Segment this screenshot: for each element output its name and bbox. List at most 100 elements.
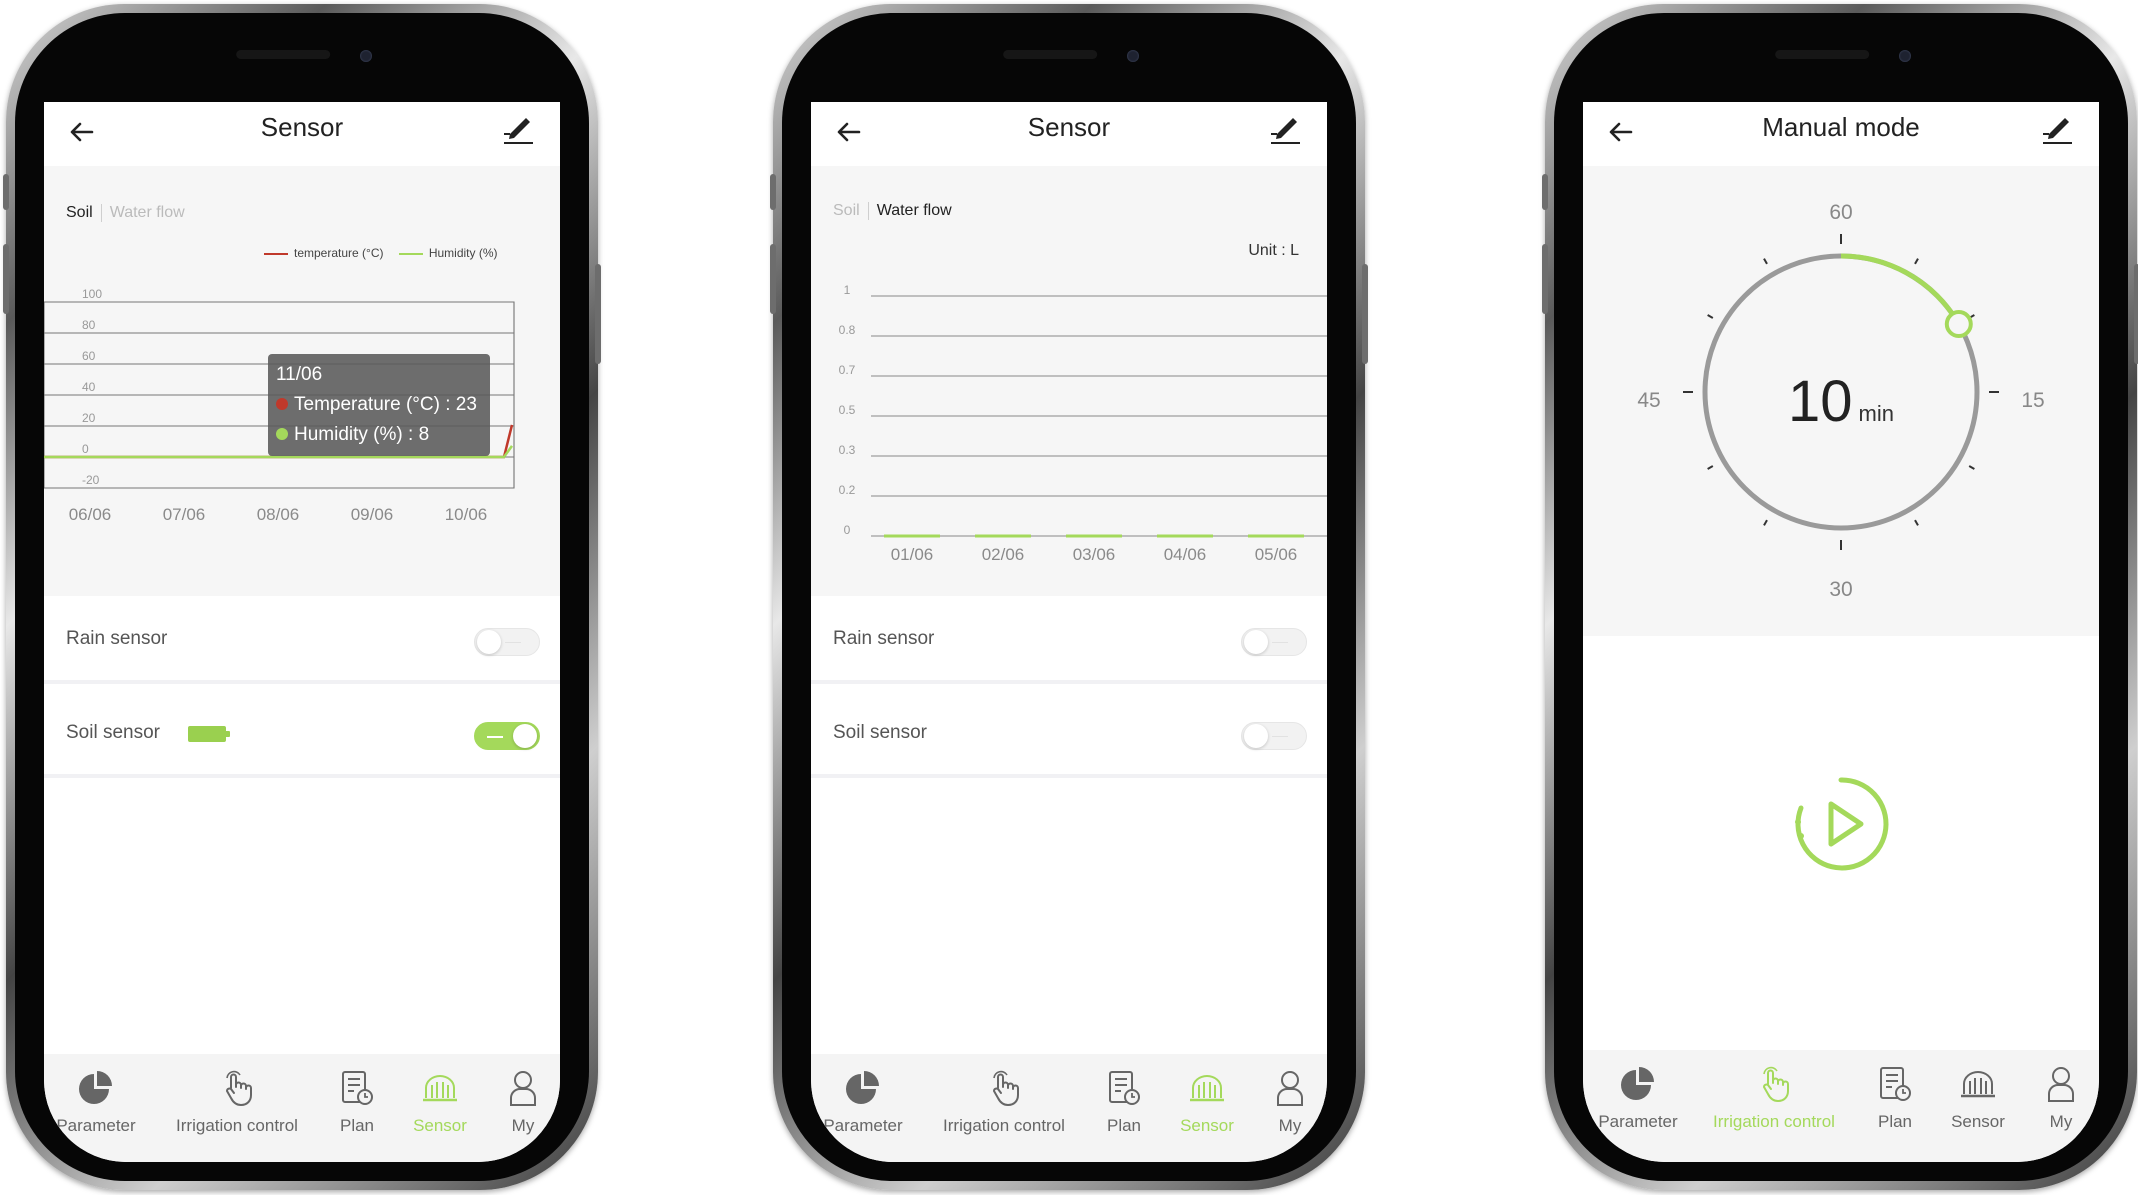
dial-tick [1763, 258, 1768, 265]
nav-my[interactable]: My [453, 1068, 560, 1136]
soil-sensor-row: Soil sensor [811, 692, 1327, 778]
dial-value: 10 [1788, 369, 1853, 434]
soil-sensor-label: Soil sensor [833, 722, 927, 743]
nav-label: Parameter [1598, 1112, 1678, 1131]
nav-irrigation-control[interactable]: Irrigation control [167, 1068, 307, 1136]
nav-irrigation-control[interactable]: Irrigation control [934, 1068, 1074, 1136]
x-tick-label: 07/06 [163, 505, 206, 524]
nav-label: Parameter [56, 1116, 136, 1135]
soil-sensor-label: Soil sensor [66, 722, 160, 743]
segment-tabs: Soil Water flow [66, 204, 185, 222]
hand-touch-icon [1754, 1064, 1794, 1104]
nav-parameter[interactable]: Parameter [811, 1068, 933, 1136]
legend-humidity: Humidity (%) [428, 246, 498, 260]
rain-sensor-row: Rain sensor [44, 598, 560, 684]
page-title: Sensor [1027, 112, 1111, 142]
dial-readout: 10 min [1583, 368, 2099, 435]
legend-swatch-temperature [264, 252, 288, 255]
tooltip-dot-temperature [276, 397, 288, 410]
phone-frame-3: Manual mode 60 15 30 45 10 min Parameter … [1542, 4, 2138, 1190]
nav-my[interactable]: My [1991, 1064, 2099, 1132]
dial-unit: min [1858, 401, 1894, 426]
y-tick-label: 0 [844, 523, 851, 537]
tab-soil[interactable]: Soil [833, 202, 860, 219]
nav-parameter[interactable]: Parameter [1583, 1064, 1708, 1132]
user-icon [503, 1068, 543, 1108]
rain-sensor-label: Rain sensor [833, 628, 935, 649]
legend-temperature: temperature (°C) [294, 246, 384, 260]
bottom-nav: Parameter Irrigation control Plan Sensor… [44, 1054, 560, 1162]
x-tick-label: 01/06 [891, 545, 934, 564]
hand-touch-icon [217, 1068, 257, 1108]
header: Sensor [811, 102, 1327, 166]
phone-frame-1: Sensor Soil Water flow temperature (°C) H… [3, 4, 601, 1190]
bottom-nav: Parameter Irrigation control Plan Sensor… [811, 1054, 1327, 1162]
rain-sensor-row: Rain sensor [811, 598, 1327, 684]
battery-icon [188, 726, 230, 742]
rain-sensor-label: Rain sensor [66, 628, 168, 649]
screen-sensor-soil: Sensor Soil Water flow temperature (°C) H… [44, 102, 560, 1162]
y-tick-label: 1 [844, 283, 851, 297]
nav-label: Parameter [823, 1116, 903, 1135]
x-tick-label: 05/06 [1255, 545, 1298, 564]
nav-label: My [1278, 1116, 1302, 1135]
rain-sensor-toggle[interactable] [474, 628, 540, 656]
soil-sensor-row: Soil sensor [44, 692, 560, 778]
soil-sensor-toggle[interactable] [474, 722, 540, 750]
y-tick-label: 0.8 [839, 323, 856, 337]
x-tick-label: 02/06 [982, 545, 1025, 564]
edit-pencil-icon[interactable] [1267, 112, 1303, 148]
nav-label: Irrigation control [176, 1116, 298, 1135]
tooltip-date: 11/06 [276, 364, 323, 385]
dial-tick [1914, 519, 1919, 526]
user-icon [1270, 1068, 1310, 1108]
nav-parameter[interactable]: Parameter [44, 1068, 166, 1136]
play-icon[interactable] [1791, 774, 1891, 874]
pie-chart-icon [843, 1068, 883, 1108]
phone-frame-2: Sensor Soil Water flow Unit : L 1 0.8 0.7 0.… [770, 4, 1368, 1190]
user-icon [2041, 1064, 2081, 1104]
tooltip-dot-humidity [276, 427, 288, 440]
x-tick-label: 09/06 [351, 505, 394, 524]
nav-my[interactable]: My [1220, 1068, 1327, 1136]
y-tick-label: 100 [82, 287, 102, 301]
nav-label: Irrigation control [943, 1116, 1065, 1135]
tab-water-flow[interactable]: Water flow [877, 202, 952, 219]
dial-tick [1968, 465, 1975, 470]
header: Sensor [44, 102, 560, 166]
rain-sensor-toggle[interactable] [1241, 628, 1307, 656]
y-tick-label: 60 [82, 349, 96, 363]
segment-tabs: Soil Water flow [833, 202, 952, 220]
y-tick-label: 20 [82, 411, 96, 425]
screen-manual-mode: Manual mode 60 15 30 45 10 min Parameter … [1583, 102, 2099, 1162]
tab-soil[interactable]: Soil [66, 204, 93, 221]
soil-sensor-toggle[interactable] [1241, 722, 1307, 750]
y-tick-label: 0.3 [839, 443, 856, 457]
y-tick-label: 80 [82, 318, 96, 332]
y-tick-label: -20 [82, 473, 100, 487]
tooltip-temperature: Temperature (°C) : 23 [294, 394, 477, 415]
tooltip-humidity-row: Humidity (%) : 8 [276, 420, 482, 450]
nav-label: Irrigation control [1713, 1112, 1835, 1131]
nav-irrigation-control[interactable]: Irrigation control [1704, 1064, 1844, 1132]
chart-legend: temperature (°C) Humidity (%) [264, 246, 498, 260]
x-tick-label: 03/06 [1073, 545, 1116, 564]
x-tick-label: 08/06 [257, 505, 300, 524]
x-tick-label: 04/06 [1164, 545, 1207, 564]
y-tick-label: 0.7 [839, 363, 856, 377]
page-title: Manual mode [1762, 112, 1920, 142]
tab-water-flow[interactable]: Water flow [110, 204, 185, 221]
pie-chart-icon [76, 1068, 116, 1108]
dial-label-60: 60 [1829, 201, 1853, 224]
edit-pencil-icon[interactable] [2039, 112, 2075, 148]
nav-label: My [511, 1116, 535, 1135]
y-tick-label: 40 [82, 380, 96, 394]
edit-pencil-icon[interactable] [500, 112, 536, 148]
tooltip-humidity: Humidity (%) : 8 [294, 424, 430, 445]
dial-tick [1707, 465, 1714, 470]
dial-tick [1763, 519, 1768, 526]
page-title: Sensor [260, 112, 344, 142]
bottom-nav: Parameter Irrigation control Plan Sensor… [1583, 1050, 2099, 1162]
legend-swatch-humidity [398, 252, 423, 255]
water-flow-chart[interactable]: 1 0.8 0.7 0.5 0.3 0.2 0 01/06 02/06 03/06 04/06 05/… [811, 252, 1327, 572]
